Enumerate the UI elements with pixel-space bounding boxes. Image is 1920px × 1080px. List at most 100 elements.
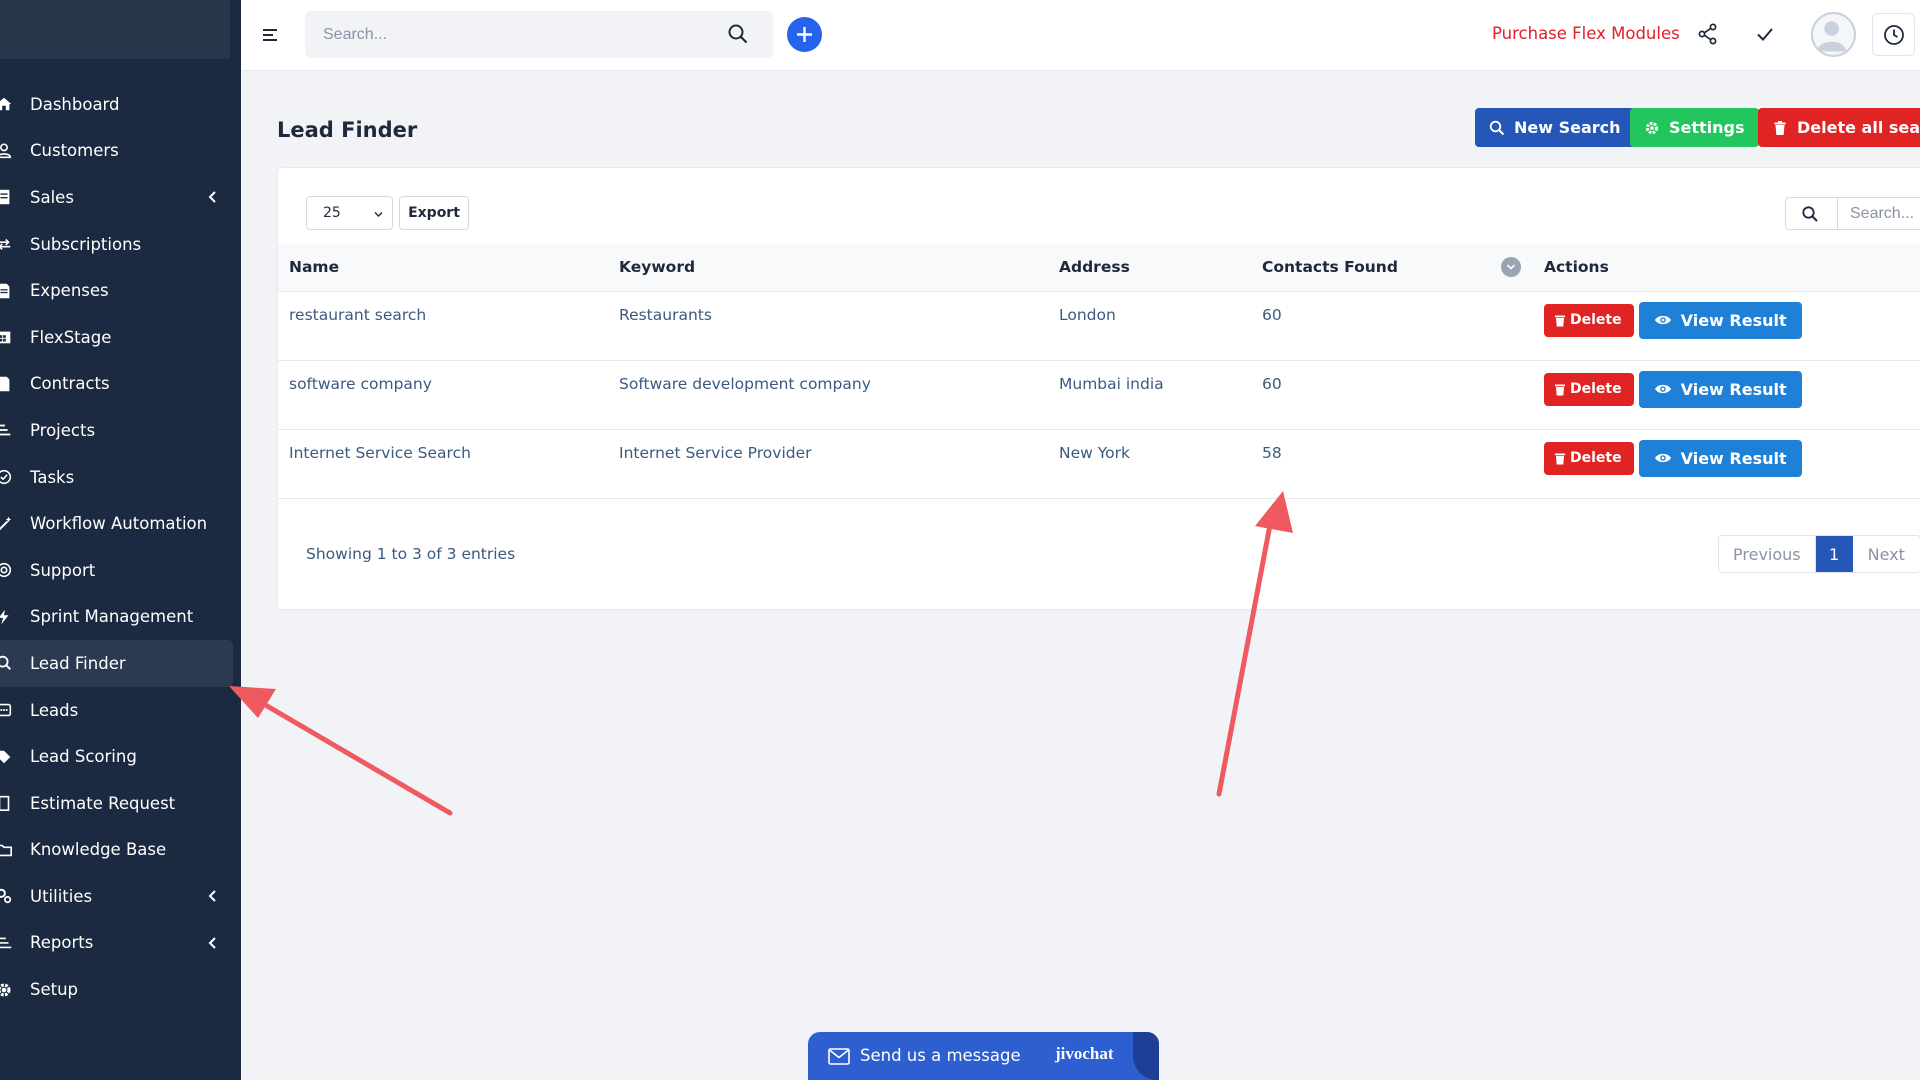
sidebar-item-workflow-automation[interactable]: Workflow Automation [0, 500, 241, 547]
cell-actions: Delete View Result [1533, 429, 1920, 499]
menu-toggle-icon[interactable] [261, 25, 281, 45]
sidebar-item-estimate-request[interactable]: Estimate Request [0, 780, 241, 827]
page-length-select[interactable]: 25 [306, 196, 393, 230]
table-search-input[interactable] [1838, 198, 1920, 229]
sidebar-item-customers[interactable]: Customers [0, 128, 241, 175]
clock-icon [1884, 25, 1904, 45]
export-button[interactable]: Export [399, 196, 469, 230]
sidebar-item-label: Tasks [30, 467, 75, 487]
check-icon[interactable] [1753, 22, 1777, 46]
view-result-button[interactable]: View Result [1638, 439, 1802, 477]
column-header-actions: Actions [1533, 243, 1920, 292]
chat-widget[interactable]: Send us a message jivochat [808, 1032, 1159, 1080]
sidebar-item-contracts[interactable]: Contracts [0, 361, 241, 408]
topbar: Purchase Flex Modules [241, 0, 1920, 71]
quick-add-button[interactable] [787, 17, 822, 52]
sidebar-item-label: Sprint Management [30, 607, 194, 627]
sidebar-item-subscriptions[interactable]: Subscriptions [0, 221, 241, 268]
bars-icon [0, 420, 14, 440]
delete-button[interactable]: Delete [1544, 372, 1634, 406]
sidebar-item-reports[interactable]: Reports [0, 920, 241, 967]
column-header-keyword[interactable]: Keyword [608, 243, 1048, 292]
sidebar-item-label: Workflow Automation [30, 514, 208, 534]
settings-button[interactable]: Settings [1630, 108, 1759, 147]
sidebar-item-lead-scoring[interactable]: Lead Scoring [0, 733, 241, 780]
cell-contacts-found: 58 [1251, 429, 1533, 499]
delete-label: Delete [1570, 312, 1622, 328]
delete-button[interactable]: Delete [1544, 441, 1634, 475]
contract-icon [0, 374, 14, 394]
sidebar-item-leads[interactable]: Leads [0, 687, 241, 734]
file-icon [0, 281, 14, 301]
sidebar-item-sprint-management[interactable]: Sprint Management [0, 594, 241, 641]
sidebar-item-label: Subscriptions [30, 234, 142, 254]
sidebar-item-projects[interactable]: Projects [0, 407, 241, 454]
sort-icon[interactable] [1501, 257, 1521, 277]
page-length-value: 25 [323, 205, 341, 221]
delete-label: Delete [1570, 450, 1622, 466]
sidebar-item-lead-finder[interactable]: Lead Finder [0, 640, 233, 687]
sidebar-item-support[interactable]: Support [0, 547, 241, 594]
cogs-icon [0, 886, 14, 906]
sidebar-item-label: Customers [30, 141, 119, 161]
delete-all-search-button[interactable]: Delete all search [1758, 108, 1920, 147]
chevron-down-icon [374, 212, 383, 217]
sidebar-item-expenses[interactable]: Expenses [0, 267, 241, 314]
sidebar-nav: Dashboard Customers Sales Subscriptions … [0, 81, 241, 1013]
view-result-button[interactable]: View Result [1638, 370, 1802, 408]
sidebar-item-dashboard[interactable]: Dashboard [0, 81, 241, 128]
gear-icon [0, 980, 14, 1000]
purchase-flex-modules-link[interactable]: Purchase Flex Modules [1492, 24, 1680, 43]
bolt-icon [0, 607, 14, 627]
page-title: Lead Finder [277, 118, 418, 142]
lead-finder-table: Name Keyword Address Contacts Found Acti… [278, 243, 1920, 499]
chat-corner-fold [1133, 1032, 1159, 1080]
sidebar-item-setup[interactable]: Setup [0, 966, 241, 1013]
column-header-contacts-found[interactable]: Contacts Found [1251, 243, 1533, 292]
home-icon [0, 94, 14, 114]
search-icon[interactable] [727, 23, 749, 45]
new-search-button[interactable]: New Search [1475, 108, 1635, 147]
sidebar-item-label: Sales [30, 187, 74, 207]
tag-icon [0, 747, 14, 767]
gear-icon [1645, 121, 1659, 134]
sidebar-item-utilities[interactable]: Utilities [0, 873, 241, 920]
next-page-button[interactable]: Next [1853, 536, 1920, 572]
chevron-left-icon [208, 890, 216, 903]
wand-icon [0, 514, 14, 534]
sidebar-item-tasks[interactable]: Tasks [0, 454, 241, 501]
delete-button[interactable]: Delete [1544, 303, 1634, 337]
chevron-left-icon [208, 191, 216, 204]
timesheet-button[interactable] [1872, 13, 1915, 56]
cell-name: software company [278, 360, 608, 430]
sidebar-item-label: Reports [30, 933, 94, 953]
sidebar-item-flexstage[interactable]: FlexStage [0, 314, 241, 361]
avatar[interactable] [1811, 12, 1856, 57]
eye-icon [1654, 453, 1671, 463]
cell-name: Internet Service Search [278, 429, 608, 499]
view-result-button[interactable]: View Result [1638, 301, 1802, 339]
table-search-button[interactable] [1786, 198, 1838, 229]
page-1-button[interactable]: 1 [1815, 536, 1853, 572]
eye-icon [1654, 315, 1671, 325]
table-row: Internet Service Search Internet Service… [278, 429, 1920, 499]
sidebar-item-sales[interactable]: Sales [0, 174, 241, 221]
global-search [305, 11, 773, 58]
trash-icon [1555, 384, 1565, 395]
global-search-input[interactable] [305, 11, 705, 58]
logo-area[interactable] [0, 0, 230, 59]
share-icon[interactable] [1696, 22, 1720, 46]
settings-label: Settings [1669, 118, 1745, 137]
chat-message-label: Send us a message [860, 1046, 1021, 1065]
eye-icon [1654, 384, 1671, 394]
sidebar-item-label: Leads [30, 700, 79, 720]
sidebar-item-knowledge-base[interactable]: Knowledge Base [0, 827, 241, 874]
table-row: software company Software development co… [278, 360, 1920, 430]
cell-contacts-found: 60 [1251, 360, 1533, 430]
column-header-address[interactable]: Address [1048, 243, 1251, 292]
plus-icon [797, 27, 812, 42]
view-result-label: View Result [1680, 379, 1787, 399]
previous-page-button[interactable]: Previous [1719, 536, 1816, 572]
column-header-name[interactable]: Name [278, 243, 608, 292]
repeat-icon [0, 234, 14, 254]
